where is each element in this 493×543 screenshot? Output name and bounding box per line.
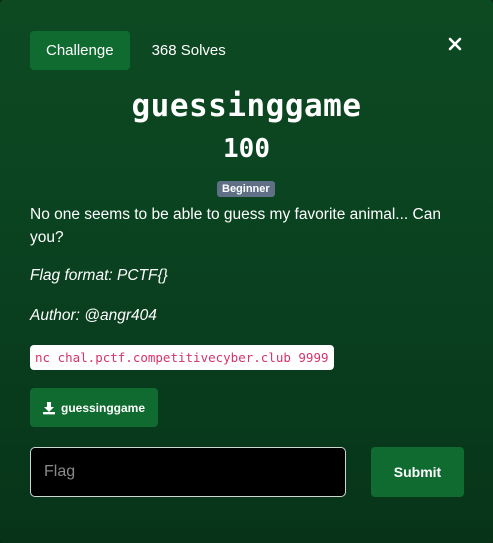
download-icon (43, 401, 55, 414)
difficulty-badge: Beginner (217, 181, 275, 197)
connection-command: nc chal.pctf.competitivecyber.club 9999 (30, 345, 334, 370)
tab-bar: Challenge 368 Solves (30, 31, 226, 70)
challenge-description: No one seems to be able to guess my favo… (30, 206, 441, 246)
submit-button[interactable]: Submit (371, 447, 464, 497)
challenge-author: Author: @angr404 (30, 307, 157, 324)
download-file-button[interactable]: guessinggame (30, 388, 159, 427)
flag-input[interactable] (30, 447, 346, 497)
tab-solves[interactable]: 368 Solves (152, 42, 226, 59)
close-icon (448, 37, 462, 51)
close-button[interactable] (445, 34, 465, 54)
challenge-title: guessinggame (131, 88, 362, 124)
flag-format: Flag format: PCTF{} (30, 267, 168, 284)
tab-challenge[interactable]: Challenge (30, 31, 130, 70)
challenge-modal: Challenge 368 Solves guessinggame 100 Be… (0, 0, 493, 543)
challenge-points: 100 (223, 134, 270, 164)
download-file-label: guessinggame (61, 400, 146, 415)
